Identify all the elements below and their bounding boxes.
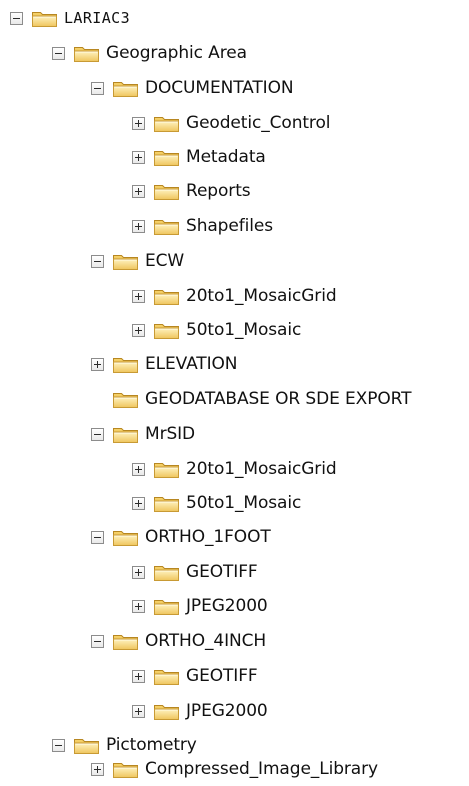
folder-icon <box>153 217 180 236</box>
tree-node-label: ORTHO_4INCH <box>145 631 267 651</box>
folder-tree: LARIAC3 Geographic Area DOCUMENTATION Ge… <box>0 0 469 786</box>
tree-node-ortho-1foot-geotiff[interactable]: GEOTIFF <box>132 555 258 589</box>
expand-icon[interactable] <box>132 704 145 718</box>
expand-icon[interactable] <box>132 323 145 337</box>
expand-icon[interactable] <box>132 150 145 164</box>
tree-node-label: ELEVATION <box>145 354 238 374</box>
tree-node-lariac3[interactable]: LARIAC3 <box>10 1 130 35</box>
folder-icon <box>153 460 180 479</box>
folder-icon <box>112 252 139 271</box>
tree-node-label: LARIAC3 <box>64 9 131 27</box>
tree-node-label: Shapefiles <box>186 216 273 236</box>
expand-icon[interactable] <box>132 184 145 198</box>
folder-icon <box>153 597 180 616</box>
tree-node-elevation[interactable]: ELEVATION <box>91 347 238 381</box>
collapse-icon[interactable] <box>52 738 65 752</box>
tree-node-ecw-50to1-mosaic[interactable]: 50to1_Mosaic <box>132 313 301 347</box>
tree-node-label: 50to1_Mosaic <box>186 320 302 340</box>
tree-node-mrsid[interactable]: MrSID <box>91 417 195 451</box>
expand-icon[interactable] <box>132 116 145 130</box>
folder-icon <box>73 44 100 63</box>
expand-icon[interactable] <box>132 289 145 303</box>
tree-node-label: JPEG2000 <box>186 596 268 616</box>
tree-node-label: Reports <box>186 181 251 201</box>
folder-icon <box>112 528 139 547</box>
folder-icon <box>31 9 58 28</box>
expand-icon[interactable] <box>91 357 104 371</box>
folder-icon <box>153 321 180 340</box>
folder-icon <box>153 667 180 686</box>
tree-node-reports[interactable]: Reports <box>132 174 251 208</box>
expand-icon[interactable] <box>132 669 145 683</box>
tree-node-label: GEOTIFF <box>186 562 258 582</box>
tree-node-mrsid-20to1-mosaicgrid[interactable]: 20to1_MosaicGrid <box>132 452 337 486</box>
folder-icon <box>112 390 139 409</box>
collapse-icon[interactable] <box>91 634 104 648</box>
tree-node-geodatabase-or-sde-export[interactable]: GEODATABASE OR SDE EXPORT <box>91 382 412 416</box>
collapse-icon[interactable] <box>91 530 104 544</box>
tree-node-ortho-4inch-geotiff[interactable]: GEOTIFF <box>132 659 258 693</box>
tree-node-documentation[interactable]: DOCUMENTATION <box>91 71 294 105</box>
tree-node-ortho-1foot-jpeg2000[interactable]: JPEG2000 <box>132 589 268 623</box>
folder-icon <box>112 355 139 374</box>
folder-icon <box>153 182 180 201</box>
tree-node-label: 20to1_MosaicGrid <box>186 459 337 479</box>
tree-node-ortho-4inch-jpeg2000[interactable]: JPEG2000 <box>132 694 268 728</box>
tree-node-ecw[interactable]: ECW <box>91 244 184 278</box>
collapse-icon[interactable] <box>91 81 104 95</box>
tree-node-geodetic-control[interactable]: Geodetic_Control <box>132 106 330 140</box>
tree-node-geographic-area[interactable]: Geographic Area <box>52 36 247 70</box>
expand-icon[interactable] <box>132 565 145 579</box>
expand-icon[interactable] <box>132 599 145 613</box>
tree-node-label: MrSID <box>145 424 196 444</box>
expand-icon[interactable] <box>132 219 145 233</box>
tree-node-label: DOCUMENTATION <box>145 78 294 98</box>
folder-icon <box>153 702 180 721</box>
tree-node-label: 20to1_MosaicGrid <box>186 286 337 306</box>
expand-icon[interactable] <box>132 496 145 510</box>
folder-icon <box>112 760 139 779</box>
tree-node-label: 50to1_Mosaic <box>186 493 302 513</box>
tree-node-shapefiles[interactable]: Shapefiles <box>132 209 273 243</box>
folder-icon <box>153 148 180 167</box>
collapse-icon[interactable] <box>10 11 23 25</box>
expand-icon[interactable] <box>91 762 104 776</box>
tree-node-compressed-image-library[interactable]: Compressed_Image_Library <box>91 752 378 786</box>
tree-node-label: ORTHO_1FOOT <box>145 527 271 547</box>
toggle-spacer <box>91 393 104 406</box>
folder-icon <box>112 425 139 444</box>
folder-icon <box>112 79 139 98</box>
collapse-icon[interactable] <box>91 254 104 268</box>
folder-icon <box>153 563 180 582</box>
tree-node-label: Metadata <box>186 147 266 167</box>
tree-node-metadata[interactable]: Metadata <box>132 140 266 174</box>
folder-icon <box>112 632 139 651</box>
expand-icon[interactable] <box>132 462 145 476</box>
folder-icon <box>153 287 180 306</box>
tree-node-label: Geographic Area <box>106 43 247 63</box>
folder-icon <box>153 494 180 513</box>
collapse-icon[interactable] <box>91 427 104 441</box>
tree-node-label: GEODATABASE OR SDE EXPORT <box>145 389 412 409</box>
tree-node-mrsid-50to1-mosaic[interactable]: 50to1_Mosaic <box>132 486 301 520</box>
tree-node-label: JPEG2000 <box>186 701 268 721</box>
tree-node-label: GEOTIFF <box>186 666 258 686</box>
tree-node-ortho-4inch[interactable]: ORTHO_4INCH <box>91 624 266 658</box>
tree-node-ortho-1foot[interactable]: ORTHO_1FOOT <box>91 520 271 554</box>
collapse-icon[interactable] <box>52 46 65 60</box>
folder-icon <box>153 114 180 133</box>
tree-node-ecw-20to1-mosaicgrid[interactable]: 20to1_MosaicGrid <box>132 279 337 313</box>
tree-node-label: ECW <box>145 251 185 271</box>
tree-node-label: Compressed_Image_Library <box>145 759 378 779</box>
tree-node-label: Geodetic_Control <box>186 113 331 133</box>
